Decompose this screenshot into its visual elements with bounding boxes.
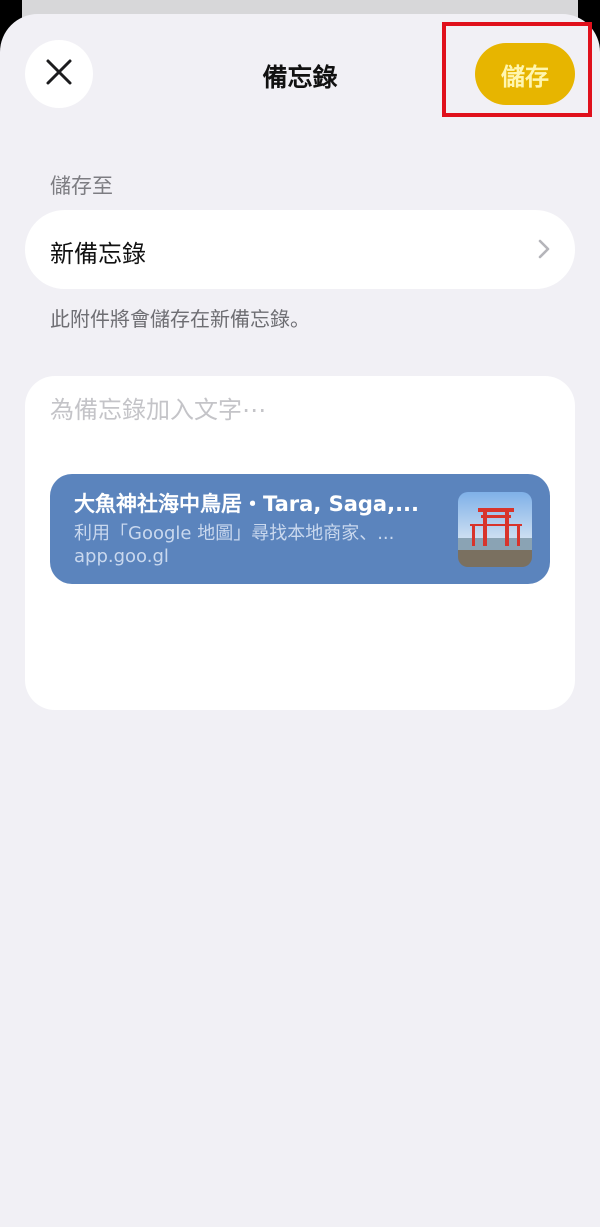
note-text-input[interactable]: 為備忘錄加入文字⋯ (50, 390, 266, 425)
destination-value: 新備忘錄 (50, 240, 146, 268)
chevron-right-icon (537, 238, 551, 264)
link-url: app.goo.gl (74, 546, 169, 567)
save-button[interactable]: 儲存 (475, 43, 575, 105)
save-to-label: 儲存至 (50, 174, 113, 198)
destination-hint: 此附件將會儲存在新備忘錄。 (50, 307, 310, 331)
link-title: 大魚神社海中鳥居・Tara, Saga,... (74, 492, 420, 516)
note-editor: 為備忘錄加入文字⋯ 大魚神社海中鳥居・Tara, Saga,... 利用「Goo… (25, 376, 575, 710)
destination-selector[interactable]: 新備忘錄 (25, 210, 575, 289)
link-description: 利用「Google 地圖」尋找本地商家、... (74, 523, 395, 544)
link-preview-card[interactable]: 大魚神社海中鳥居・Tara, Saga,... 利用「Google 地圖」尋找本… (50, 474, 550, 584)
link-thumbnail (458, 492, 532, 567)
